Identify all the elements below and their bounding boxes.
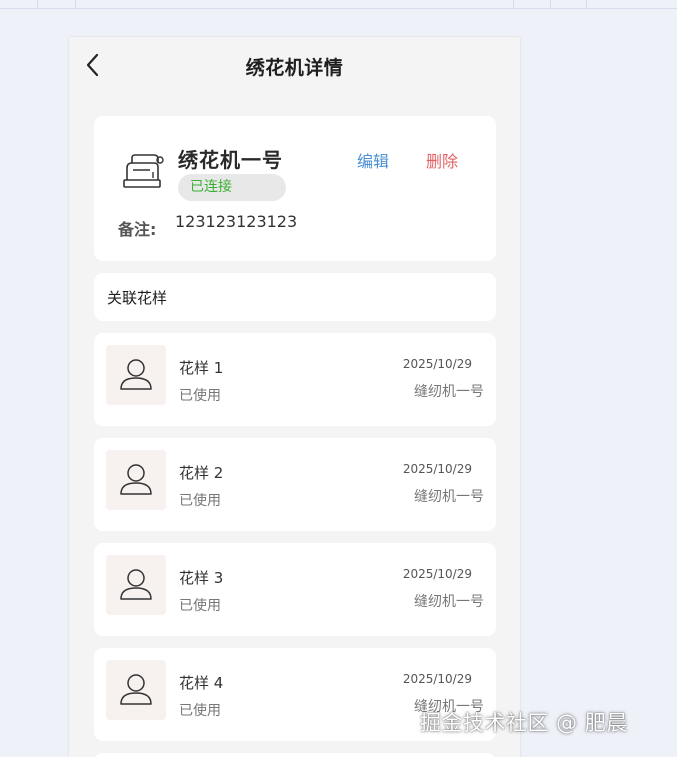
pattern-item[interactable]: 花样 2 已使用 2025/10/29 缝纫机一号	[94, 438, 496, 531]
remark-value: 123123123123	[175, 212, 298, 231]
pattern-machine: 缝纫机一号	[414, 489, 484, 505]
user-avatar-icon	[120, 464, 152, 495]
section-title: 关联花样	[107, 289, 168, 307]
pattern-date: 2025/10/29	[402, 567, 472, 581]
sewing-machine-icon	[120, 150, 166, 190]
pattern-name: 花样 4	[179, 674, 224, 692]
canvas-grid-line	[586, 0, 587, 9]
pattern-date: 2025/10/29	[402, 357, 472, 371]
pattern-item[interactable]: 花样 3 已使用 2025/10/29 缝纫机一号	[94, 543, 496, 636]
canvas-grid-line	[75, 0, 76, 9]
canvas-grid-line	[513, 0, 514, 9]
pattern-date: 2025/10/29	[402, 672, 472, 686]
pattern-item-partial	[94, 753, 496, 757]
watermark-text: 掘金技术社区 @ 肥晨	[420, 711, 628, 735]
pattern-item[interactable]: 花样 1 已使用 2025/10/29 缝纫机一号	[94, 333, 496, 426]
pattern-status: 已使用	[179, 598, 221, 614]
pattern-thumbnail	[106, 660, 166, 720]
pattern-thumbnail	[106, 345, 166, 405]
canvas-ruler	[0, 0, 677, 9]
canvas-grid-line	[550, 0, 551, 9]
pattern-status: 已使用	[179, 703, 221, 719]
page-title: 绣花机详情	[245, 57, 344, 79]
pattern-name: 花样 3	[179, 569, 224, 587]
phone-screen: 绣花机详情 绣花机一号 已连接 编辑 删除 备注: 123123123123 关…	[69, 37, 520, 757]
pattern-thumbnail	[106, 555, 166, 615]
user-avatar-icon	[120, 359, 152, 390]
pattern-name: 花样 2	[179, 464, 224, 482]
delete-button[interactable]: 删除	[426, 148, 458, 172]
device-card: 绣花机一号 已连接 编辑 删除 备注: 123123123123	[94, 116, 496, 261]
pattern-status: 已使用	[179, 493, 221, 509]
pattern-machine: 缝纫机一号	[414, 384, 484, 400]
section-header: 关联花样	[94, 273, 496, 321]
pattern-name: 花样 1	[179, 359, 224, 377]
status-badge: 已连接	[178, 174, 286, 201]
nav-bar: 绣花机详情	[69, 37, 520, 95]
pattern-thumbnail	[106, 450, 166, 510]
pattern-date: 2025/10/29	[402, 462, 472, 476]
device-name: 绣花机一号	[178, 148, 283, 172]
pattern-status: 已使用	[179, 388, 221, 404]
pattern-machine: 缝纫机一号	[414, 594, 484, 610]
canvas-grid-line	[37, 0, 38, 9]
user-avatar-icon	[120, 674, 152, 705]
edit-button[interactable]: 编辑	[357, 148, 389, 172]
user-avatar-icon	[120, 569, 152, 600]
remark-label: 备注:	[118, 220, 157, 239]
